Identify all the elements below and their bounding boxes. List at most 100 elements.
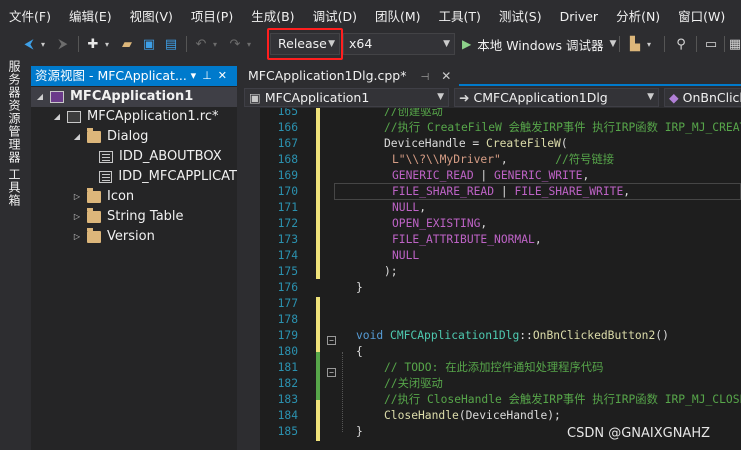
tree-item-dialog[interactable]: ◢ Dialog	[71, 127, 148, 147]
close-icon[interactable]: ✕	[218, 69, 233, 82]
menu-edit[interactable]: 编辑(E)	[60, 0, 121, 31]
tree-item-version[interactable]: ▷ Version	[71, 227, 155, 247]
expand-icon[interactable]: ▷	[71, 227, 83, 247]
tree-item-icon[interactable]: ▷ Icon	[71, 187, 134, 207]
folder-icon	[87, 228, 101, 243]
folder-icon	[87, 188, 101, 203]
tree-item-label: Dialog	[107, 129, 149, 144]
project-scope-value: MFCApplication1	[264, 90, 370, 105]
menu-view[interactable]: 视图(V)	[121, 0, 182, 31]
tree-item-rc-file[interactable]: ◢ MFCApplication1.rc*	[51, 107, 219, 127]
project-icon: ▣	[249, 90, 261, 105]
tree-item-aboutbox[interactable]: IDD_ABOUTBOX	[95, 147, 222, 167]
code-line: 172 OPEN_EXISTING,	[277, 217, 488, 230]
side-tab-strip: 服务器资源管理器 工具箱	[0, 60, 30, 450]
menu-driver[interactable]: Driver	[551, 0, 607, 31]
redo-dropdown-icon[interactable]: ▾	[244, 33, 254, 55]
code-line: 170 FILE_SHARE_READ | FILE_SHARE_WRITE,	[277, 185, 631, 198]
chevron-down-icon: ▼	[437, 92, 444, 102]
code-line: 167 DeviceHandle = CreateFileW(	[277, 137, 568, 150]
close-icon[interactable]: ✕	[441, 69, 451, 83]
class-scope-dropdown[interactable]: ➜ CMFCApplication1Dlg ▼	[454, 88, 659, 107]
code-line: 174 NULL	[277, 249, 420, 262]
comment-icon[interactable]: ▭	[702, 33, 720, 55]
code-line: 175);	[277, 265, 398, 278]
menu-bar: 文件(F) 编辑(E) 视图(V) 项目(P) 生成(B) 调试(D) 团队(M…	[0, 0, 741, 31]
back-icon[interactable]: ⮜	[20, 33, 38, 55]
code-line: 171 NULL,	[277, 201, 427, 214]
menu-analyze[interactable]: 分析(N)	[607, 0, 669, 31]
new-dropdown-icon[interactable]: ▾	[102, 33, 112, 55]
folder-icon	[87, 208, 101, 223]
collapse-icon[interactable]: ◢	[71, 127, 83, 147]
class-scope-value: CMFCApplication1Dlg	[473, 90, 608, 105]
start-debugging-button[interactable]: ▶ 本地 Windows 调试器 ▼	[462, 33, 616, 55]
tree-item-string-table[interactable]: ▷ String Table	[71, 207, 184, 227]
undo-dropdown-icon[interactable]: ▾	[210, 33, 220, 55]
member-scope-value: OnBnClick	[682, 90, 741, 105]
toolbox-tab[interactable]: 工具箱	[6, 168, 23, 207]
menu-window[interactable]: 窗口(W)	[669, 0, 734, 31]
attach-icon[interactable]: ▙	[626, 33, 644, 55]
code-editor[interactable]: − − 165//创建驱动 166//执行 CreateFileW 会触发IRP…	[240, 108, 741, 450]
code-line: 182//关闭驱动	[277, 377, 443, 390]
undo-icon[interactable]: ↶	[192, 33, 210, 55]
play-icon: ▶	[462, 37, 472, 51]
tree-item-project[interactable]: ◢ MFCApplication1	[31, 87, 237, 107]
editor-tab-bar: MFCApplication1Dlg.cpp* ⊣ ✕	[240, 66, 741, 86]
tree-item-label: IDD_MFCAPPLICAT	[118, 169, 237, 184]
run-label: 本地 Windows 调试器	[477, 37, 604, 53]
project-scope-dropdown[interactable]: ▣ MFCApplication1 ▼	[244, 88, 449, 107]
rc-file-icon	[67, 111, 81, 123]
menu-file[interactable]: 文件(F)	[0, 0, 60, 31]
format-icon[interactable]: ▦	[728, 33, 741, 55]
configuration-highlight-box	[267, 28, 343, 60]
class-icon: ➜	[459, 90, 470, 105]
attach-dropdown-icon[interactable]: ▾	[644, 33, 654, 55]
breakpoint-margin[interactable]	[240, 108, 260, 450]
forward-icon[interactable]: ⮞	[54, 33, 72, 55]
pin-icon[interactable]: ⊣	[420, 72, 429, 83]
pin-icon[interactable]: ⊥	[202, 69, 218, 82]
code-line: 176}	[277, 281, 363, 294]
expand-icon[interactable]: ▷	[71, 207, 83, 227]
code-line: 177	[277, 297, 298, 310]
back-dropdown-icon[interactable]: ▾	[38, 33, 48, 55]
redo-icon[interactable]: ↷	[226, 33, 244, 55]
collapse-icon[interactable]: ◢	[34, 87, 46, 107]
step-icon[interactable]: ⚲	[672, 33, 690, 55]
open-folder-icon[interactable]: ▰	[118, 33, 136, 55]
code-line: 173 FILE_ATTRIBUTE_NORMAL,	[277, 233, 542, 246]
tree-item-main-dialog[interactable]: IDD_MFCAPPLICAT	[95, 167, 237, 187]
collapse-icon[interactable]: ◢	[51, 107, 63, 127]
solution-platform-dropdown[interactable]: x64 ▼	[343, 33, 455, 55]
menu-tools[interactable]: 工具(T)	[430, 0, 490, 31]
platform-value: x64	[349, 36, 373, 51]
member-scope-dropdown[interactable]: ◆ OnBnClick	[664, 88, 741, 107]
tab-mfcapplication1dlg-cpp[interactable]: MFCApplication1Dlg.cpp* ⊣ ✕	[240, 66, 460, 86]
menu-team[interactable]: 团队(M)	[366, 0, 430, 31]
tree-item-label: Version	[107, 229, 155, 244]
code-line: 183//执行 CloseHandle 会触发IRP事件 执行IRP函数 IRP…	[277, 393, 741, 406]
new-project-icon[interactable]: ✚	[84, 33, 102, 55]
resource-view-panel: 资源视图 - MFCApplicat... ▾⊥✕ ◢ MFCApplicati…	[31, 66, 237, 450]
method-icon: ◆	[669, 90, 679, 105]
chevron-down-icon: ▼	[443, 39, 450, 49]
expand-icon[interactable]: ▷	[71, 187, 83, 207]
code-line: 184 CloseHandle(DeviceHandle);	[277, 409, 561, 422]
menu-debug[interactable]: 调试(D)	[304, 0, 366, 31]
save-icon[interactable]: ▣	[140, 33, 158, 55]
tree-item-label: MFCApplication1.rc*	[87, 109, 219, 124]
menu-project[interactable]: 项目(P)	[182, 0, 242, 31]
project-icon	[50, 91, 64, 103]
menu-build[interactable]: 生成(B)	[242, 0, 303, 31]
dialog-icon	[99, 171, 113, 183]
dropdown-icon[interactable]: ▾	[191, 69, 203, 82]
save-all-icon[interactable]: ▤	[162, 33, 180, 55]
code-line: 169 GENERIC_READ | GENERIC_WRITE,	[277, 169, 590, 182]
server-explorer-tab[interactable]: 服务器资源管理器	[6, 60, 23, 164]
menu-help[interactable]: 帮助	[734, 0, 741, 31]
tab-label: MFCApplication1Dlg.cpp*	[248, 68, 407, 83]
code-line: 178	[277, 313, 298, 326]
menu-test[interactable]: 测试(S)	[490, 0, 551, 31]
